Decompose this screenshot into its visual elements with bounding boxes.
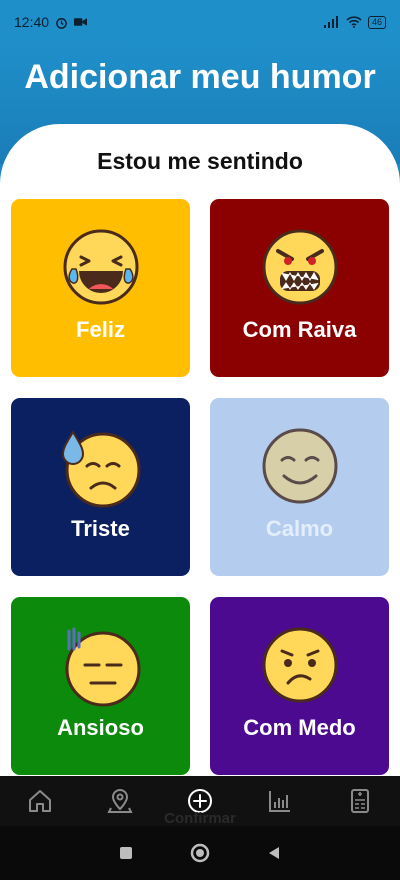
mood-label: Triste [71, 516, 130, 541]
mood-card-com-raiva[interactable]: Com Raiva [210, 199, 389, 377]
home-button-icon[interactable] [189, 842, 211, 864]
subtitle: Estou me sentindo [97, 148, 303, 174]
recent-apps-icon[interactable] [118, 845, 134, 861]
confirm-label[interactable]: Confirmar [0, 810, 400, 827]
angry-face-emoji-icon [262, 229, 337, 305]
anxious-face-emoji-icon [65, 627, 140, 707]
status-time: 12:40 [14, 14, 50, 30]
wifi-icon [346, 16, 362, 28]
mood-card-com-medo[interactable]: Com Medo [210, 597, 389, 775]
mood-label: Feliz [76, 317, 125, 342]
sad-sweat-emoji-icon [61, 430, 140, 508]
smiling-face-emoji-icon [262, 428, 337, 504]
mood-card-calmo[interactable]: Calmo [210, 398, 389, 576]
laughing-tears-emoji-icon [63, 229, 138, 305]
mood-label: Com Medo [243, 715, 356, 740]
worried-face-emoji-icon [262, 627, 337, 703]
mood-label: Calmo [265, 516, 334, 541]
video-icon [74, 17, 88, 27]
alarm-icon [55, 16, 68, 29]
mood-label: Com Raiva [242, 317, 357, 342]
signal-icon [323, 16, 340, 28]
status-bar: 12:40 46 [0, 0, 400, 44]
system-nav-bar [0, 826, 400, 880]
page-title: Adicionar meu humor [24, 58, 376, 96]
mood-label: Ansioso [57, 715, 144, 740]
mood-card-ansioso[interactable]: Ansioso [11, 597, 190, 775]
battery-icon: 46 [367, 15, 386, 29]
mood-card-feliz[interactable]: Feliz [11, 199, 190, 377]
mood-card-triste[interactable]: Triste [11, 398, 190, 576]
back-icon[interactable] [266, 845, 282, 861]
